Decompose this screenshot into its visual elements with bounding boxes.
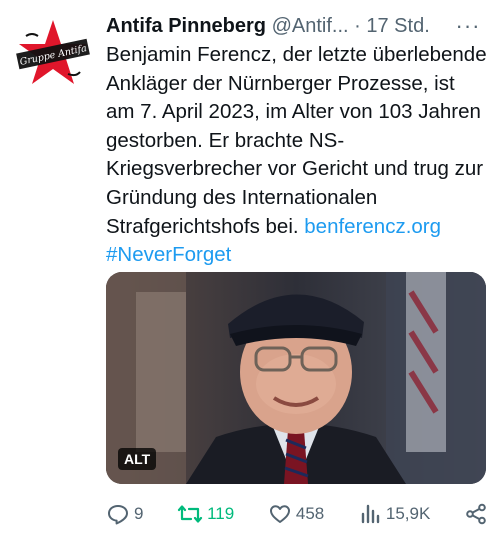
action-bar: 9 119 458 15,9K [106,500,488,528]
tweet-link[interactable]: benferencz.org [304,215,441,238]
portrait-photo [106,272,486,484]
separator-dot: · [354,15,361,37]
tweet[interactable]: Gruppe Antifa Antifa Pinneberg @Antif...… [0,0,501,540]
tweet-text: Benjamin Ferencz, der letzte überlebende… [106,41,488,270]
share-button[interactable] [464,502,488,526]
like-button[interactable]: 458 [268,502,324,526]
timestamp[interactable]: 17 Std. [366,15,429,37]
tweet-photo[interactable]: ALT [106,272,486,484]
more-options-icon[interactable]: ··· [453,12,483,40]
like-count: 458 [295,504,325,523]
tweet-header: Antifa Pinneberg @Antif... · 17 Std. ··· [106,12,489,40]
reply-button[interactable]: 9 [106,502,143,526]
reply-count: 9 [134,504,144,523]
avatar[interactable]: Gruppe Antifa [14,14,92,92]
author-name[interactable]: Antifa Pinneberg [106,15,266,37]
views-chart-icon [361,504,380,524]
view-count: 15,9K [385,504,431,523]
antifa-star-logo-icon: Gruppe Antifa [14,14,92,92]
tweet-body: Benjamin Ferencz, der letzte überlebende… [106,43,487,238]
alt-text-badge[interactable]: ALT [118,448,157,470]
views-button[interactable]: 15,9K [358,502,430,526]
author-handle[interactable]: @Antif... [272,15,349,37]
retweet-count: 119 [207,504,235,523]
retweet-button[interactable]: 119 [177,502,234,526]
retweet-icon [178,505,203,523]
share-icon [466,503,486,525]
heart-icon [269,505,290,523]
reply-icon [108,505,128,525]
tweet-hashtag[interactable]: #NeverForget [106,243,231,266]
